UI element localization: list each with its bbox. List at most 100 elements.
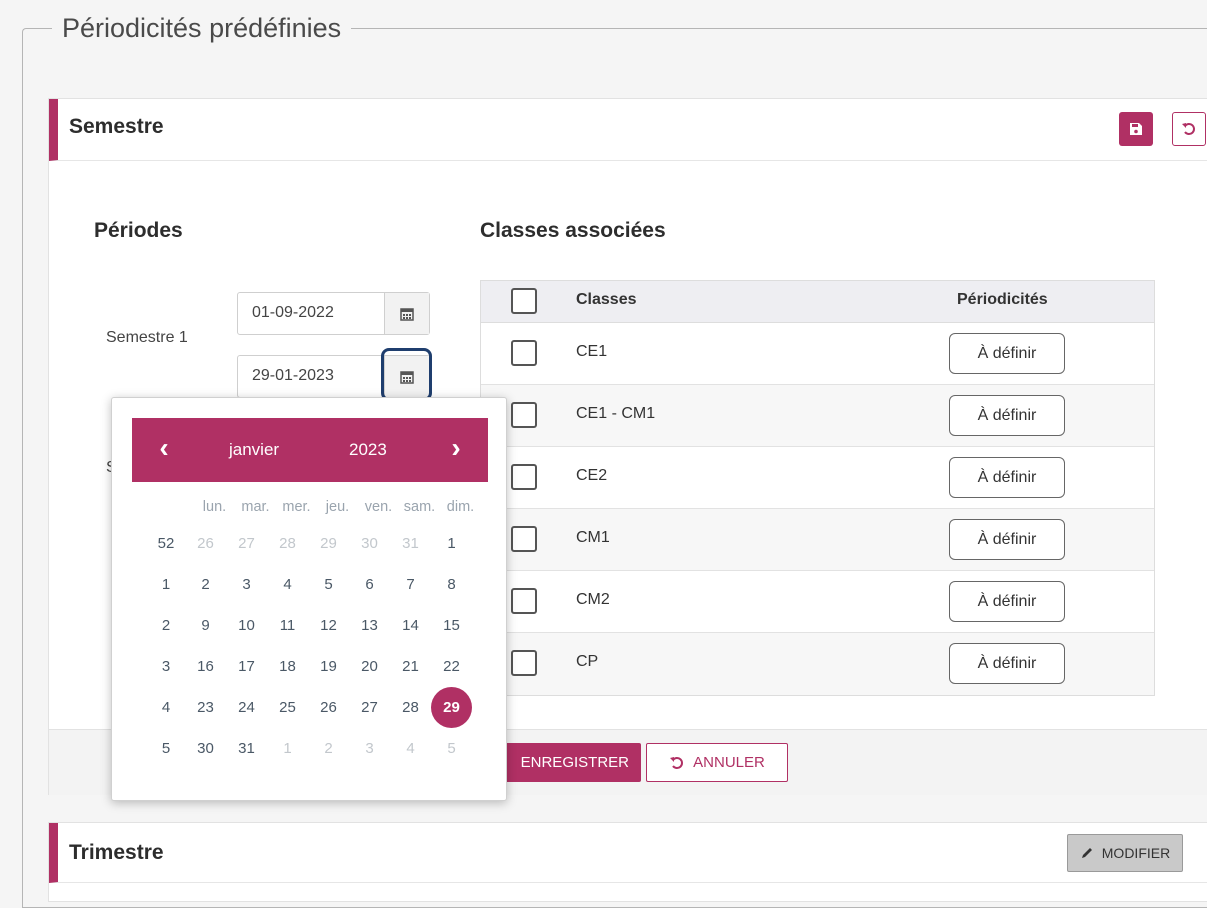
header-periodicites: Périodicités [957, 291, 1048, 308]
calendar-day[interactable]: 28 [267, 523, 308, 564]
undo-icon [670, 756, 684, 769]
undo-icon [1182, 123, 1195, 135]
calendar-day[interactable]: 5 [431, 728, 472, 769]
year-select[interactable]: 2023 [349, 440, 387, 460]
row-checkbox[interactable] [511, 464, 537, 490]
calendar-day[interactable]: 14 [390, 605, 431, 646]
start-date-field[interactable]: 01-09-2022 [237, 292, 430, 335]
weekday-label: jeu. [325, 499, 350, 515]
week-row: 52 26 27 28 29 30 31 1 [147, 523, 472, 564]
trimestre-header: Trimestre MODIFIER [49, 823, 1207, 883]
calendar-day[interactable]: 17 [226, 646, 267, 687]
calendar-day[interactable]: 6 [349, 564, 390, 605]
define-button[interactable]: À définir [949, 333, 1065, 374]
semestre-1-label: Semestre 1 [106, 329, 188, 346]
week-number: 5 [161, 740, 171, 757]
calendar-day[interactable]: 31 [226, 728, 267, 769]
calendar-day[interactable]: 22 [431, 646, 472, 687]
start-date-value[interactable]: 01-09-2022 [252, 304, 334, 322]
datepicker-popup: ‹ janvier 2023 › lun. mar. mer. jeu. ven. sam… [111, 397, 507, 801]
calendar-day[interactable]: 13 [349, 605, 390, 646]
calendar-day[interactable]: 9 [185, 605, 226, 646]
calendar-day-selected[interactable]: 29 [431, 687, 472, 728]
calendar-day[interactable]: 27 [349, 687, 390, 728]
calendar-day[interactable]: 7 [390, 564, 431, 605]
annuler-button[interactable]: ANNULER [646, 743, 788, 782]
calendar-day[interactable]: 4 [267, 564, 308, 605]
calendar-day[interactable]: 19 [308, 646, 349, 687]
calendar-icon[interactable] [384, 293, 429, 334]
define-button[interactable]: À définir [949, 395, 1065, 436]
table-row: CE1 À définir [481, 323, 1154, 385]
modifier-button[interactable]: MODIFIER [1067, 834, 1183, 872]
calendar-day[interactable]: 5 [308, 564, 349, 605]
define-button[interactable]: À définir [949, 643, 1065, 684]
define-button[interactable]: À définir [949, 581, 1065, 622]
week-row: 12345678 [147, 564, 472, 605]
calendar-day[interactable]: 18 [267, 646, 308, 687]
calendar-day[interactable]: 23 [185, 687, 226, 728]
calendar-day[interactable]: 27 [226, 523, 267, 564]
class-name: CM2 [576, 591, 610, 608]
row-checkbox[interactable] [511, 650, 537, 676]
calendar-day[interactable]: 8 [431, 564, 472, 605]
row-checkbox[interactable] [511, 340, 537, 366]
week-row: 3 16 17 18 19 20 21 22 [147, 646, 472, 687]
semestre-header: Semestre [49, 99, 1207, 161]
calendar-day[interactable]: 12 [308, 605, 349, 646]
calendar-day[interactable]: 31 [390, 523, 431, 564]
calendar-day[interactable]: 10 [226, 605, 267, 646]
calendar-day[interactable]: 24 [226, 687, 267, 728]
table-row: CM2 À définir [481, 571, 1154, 633]
undo-icon-button[interactable] [1172, 112, 1206, 146]
define-button[interactable]: À définir [949, 519, 1065, 560]
class-name: CE2 [576, 467, 608, 484]
calendar-day[interactable]: 28 [390, 687, 431, 728]
calendar-day[interactable]: 26 [308, 687, 349, 728]
class-name: CE1 - CM1 [576, 405, 656, 422]
weekday-label: sam. [403, 499, 436, 515]
row-checkbox[interactable] [511, 402, 537, 428]
week-number: 52 [157, 535, 175, 552]
week-row: 5 30 31 1 2 3 4 5 [147, 728, 472, 769]
prev-month-button[interactable]: ‹ [148, 434, 180, 466]
calendar-day[interactable]: 15 [431, 605, 472, 646]
save-icon [1130, 123, 1142, 135]
calendar-day[interactable]: 11 [267, 605, 308, 646]
next-month-button[interactable]: › [440, 434, 472, 466]
weekday-label: ven. [364, 499, 393, 515]
calendar-day[interactable]: 3 [226, 564, 267, 605]
row-checkbox[interactable] [511, 526, 537, 552]
select-all-checkbox[interactable] [511, 288, 537, 314]
pencil-icon [1081, 848, 1092, 858]
class-name: CP [576, 653, 599, 670]
class-name: CE1 [576, 343, 608, 360]
annuler-label: ANNULER [693, 754, 765, 771]
table-row: CE1 - CM1 À définir [481, 385, 1154, 447]
calendar-day[interactable]: 29 [308, 523, 349, 564]
calendar-day[interactable]: 2 [185, 564, 226, 605]
week-number: 4 [161, 699, 171, 716]
month-select[interactable]: janvier [229, 440, 279, 460]
calendar-day[interactable]: 21 [390, 646, 431, 687]
calendar-day[interactable]: 3 [349, 728, 390, 769]
row-checkbox[interactable] [511, 588, 537, 614]
calendar-day[interactable]: 1 [431, 523, 472, 564]
modifier-label: MODIFIER [1101, 845, 1171, 861]
calendar-day[interactable]: 16 [185, 646, 226, 687]
enregistrer-button[interactable]: ENREGISTRER [504, 743, 641, 782]
calendar-day[interactable]: 30 [185, 728, 226, 769]
table-row: CM1 À définir [481, 509, 1154, 571]
define-button[interactable]: À définir [949, 457, 1065, 498]
calendar-day[interactable]: 20 [349, 646, 390, 687]
calendar-day[interactable]: 25 [267, 687, 308, 728]
calendar-day[interactable]: 1 [267, 728, 308, 769]
save-icon-button[interactable] [1119, 112, 1153, 146]
calendar-day[interactable]: 2 [308, 728, 349, 769]
class-name: CM1 [576, 529, 610, 546]
calendar-day[interactable]: 4 [390, 728, 431, 769]
end-date-value[interactable]: 29-01-2023 [252, 367, 334, 385]
calendar-day[interactable]: 30 [349, 523, 390, 564]
calendar-day[interactable]: 26 [185, 523, 226, 564]
week-number: 3 [161, 658, 171, 675]
